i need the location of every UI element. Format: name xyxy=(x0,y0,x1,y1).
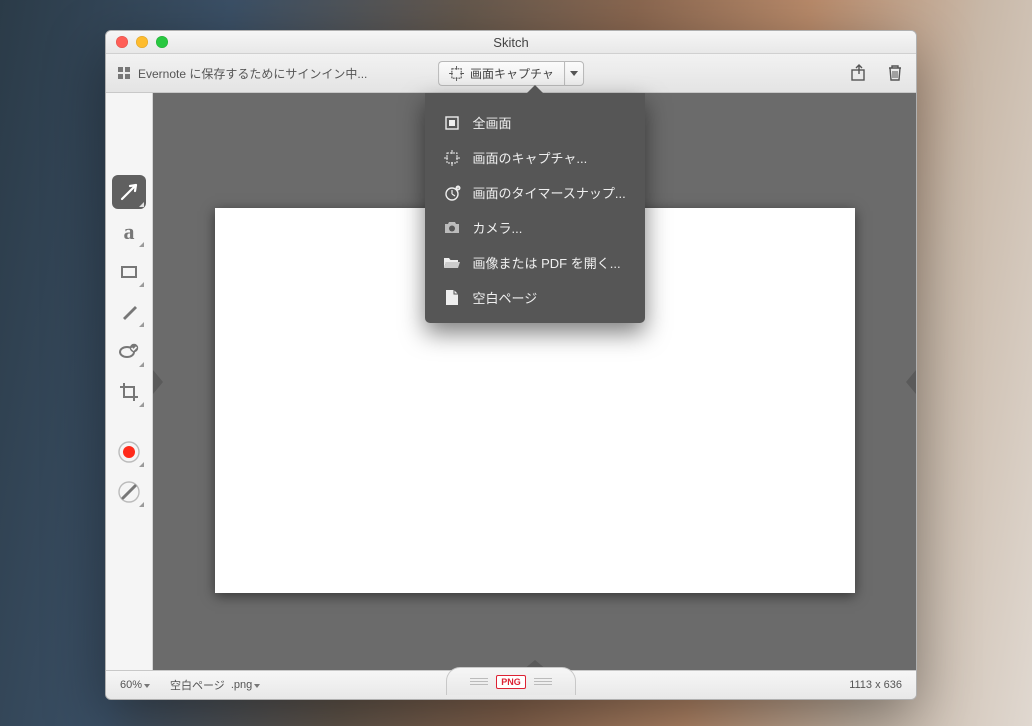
menu-label: カメラ... xyxy=(473,218,523,237)
chevron-down-icon xyxy=(254,684,260,688)
menu-label: 画面のキャプチャ... xyxy=(473,148,588,167)
menu-item-blank-page[interactable]: 空白ページ xyxy=(425,280,645,315)
tool-marker[interactable] xyxy=(112,295,146,329)
submenu-indicator-icon xyxy=(139,322,144,327)
menu-label: 全画面 xyxy=(473,113,512,132)
submenu-indicator-icon xyxy=(139,242,144,247)
submenu-indicator-icon xyxy=(139,362,144,367)
submenu-indicator-icon xyxy=(139,462,144,467)
chevron-down-icon xyxy=(570,71,578,76)
body: a xyxy=(106,93,916,670)
submenu-indicator-icon xyxy=(139,282,144,287)
app-window: Skitch Evernote に保存するためにサインイン中... 画面キャプチ… xyxy=(105,30,917,700)
zoom-level[interactable]: 60% xyxy=(120,679,150,691)
menu-item-open-image-pdf[interactable]: 画像または PDF を開く... xyxy=(425,245,645,280)
capture-button[interactable]: 画面キャプチャ xyxy=(438,61,564,86)
panel-handle-left[interactable] xyxy=(153,370,163,394)
crosshair-icon xyxy=(449,66,464,81)
folder-open-icon xyxy=(443,254,461,272)
panel-handle-right[interactable] xyxy=(906,370,916,394)
tool-text[interactable]: a xyxy=(112,215,146,249)
submenu-indicator-icon xyxy=(139,202,144,207)
capture-dropdown-toggle[interactable] xyxy=(564,61,584,86)
share-button[interactable] xyxy=(850,64,868,82)
timer-icon: + xyxy=(443,184,461,202)
marker-icon xyxy=(119,302,139,322)
text-icon: a xyxy=(124,219,135,245)
menu-item-fullscreen[interactable]: 全画面 xyxy=(425,105,645,140)
camera-icon xyxy=(443,219,461,237)
canvas-dimensions: 1113 x 636 xyxy=(849,679,902,691)
window-title: Skitch xyxy=(106,35,916,50)
tool-arrow[interactable] xyxy=(112,175,146,209)
menu-item-screen-capture[interactable]: 画面のキャプチャ... xyxy=(425,140,645,175)
menu-label: 画像または PDF を開く... xyxy=(473,253,621,272)
evernote-status-text: Evernote に保存するためにサインイン中... xyxy=(138,65,367,82)
submenu-indicator-icon xyxy=(139,502,144,507)
crop-icon xyxy=(119,382,139,402)
canvas-area: 全画面 画面のキャプチャ... + 画面のタイマースナップ... xyxy=(153,93,916,670)
capture-split-button: 画面キャプチャ xyxy=(438,61,584,86)
statusbar: 60% 空白ページ .png PNG 1113 x 636 xyxy=(106,670,916,699)
stroke-width-picker[interactable] xyxy=(112,475,146,509)
arrow-icon xyxy=(118,181,140,203)
crosshair-icon xyxy=(443,149,461,167)
drag-export-tab[interactable]: PNG xyxy=(446,667,576,695)
menu-item-timer-snap[interactable]: + 画面のタイマースナップ... xyxy=(425,175,645,210)
blank-page-icon xyxy=(443,289,461,307)
submenu-indicator-icon xyxy=(139,402,144,407)
evernote-signin-status[interactable]: Evernote に保存するためにサインイン中... xyxy=(118,65,367,82)
menu-item-camera[interactable]: カメラ... xyxy=(425,210,645,245)
share-icon xyxy=(850,64,868,82)
grip-lines-icon xyxy=(470,678,488,685)
menu-label: 空白ページ xyxy=(473,288,538,307)
chevron-down-icon xyxy=(144,684,150,688)
grip-lines-icon xyxy=(534,678,552,685)
tool-crop[interactable] xyxy=(112,375,146,409)
tool-pixelate[interactable] xyxy=(112,335,146,369)
toolbar: Evernote に保存するためにサインイン中... 画面キャプチャ xyxy=(106,54,916,93)
capture-label: 画面キャプチャ xyxy=(470,65,554,82)
file-type-badge: PNG xyxy=(496,675,526,689)
trash-icon xyxy=(887,64,903,82)
capture-dropdown-menu: 全画面 画面のキャプチャ... + 画面のタイマースナップ... xyxy=(425,93,645,323)
rectangle-icon xyxy=(119,262,139,282)
tool-shape[interactable] xyxy=(112,255,146,289)
fullscreen-icon xyxy=(443,114,461,132)
color-picker[interactable] xyxy=(112,435,146,469)
document-name[interactable]: 空白ページ xyxy=(170,677,225,693)
trash-button[interactable] xyxy=(886,64,904,82)
grid-icon xyxy=(118,67,130,79)
tool-sidebar: a xyxy=(106,93,153,670)
menu-label: 画面のタイマースナップ... xyxy=(473,183,626,202)
titlebar: Skitch xyxy=(106,31,916,54)
file-extension[interactable]: .png xyxy=(231,679,260,691)
pixelate-icon xyxy=(118,341,140,363)
